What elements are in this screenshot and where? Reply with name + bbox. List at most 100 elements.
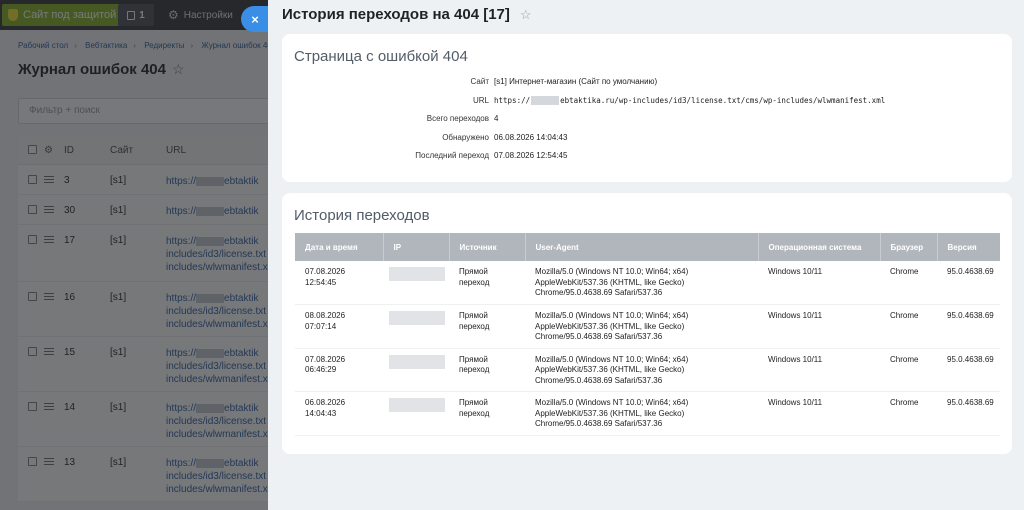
column-site[interactable]: Сайт bbox=[96, 145, 152, 156]
column-id[interactable]: ID bbox=[52, 145, 96, 156]
settings-button[interactable]: ⚙ Настройки bbox=[168, 4, 233, 26]
table-row[interactable]: 14 [s1] https://ebtaktik includes/id3/lic… bbox=[18, 392, 268, 447]
error-properties: Сайт [s1] Интернет-магазин (Сайт по умол… bbox=[282, 77, 1012, 170]
row-url[interactable]: https://ebtaktik bbox=[152, 175, 268, 188]
row-menu-icon[interactable] bbox=[44, 403, 54, 410]
grid-settings-icon[interactable]: ⚙ bbox=[34, 145, 53, 156]
column-datetime[interactable]: Дата и время bbox=[295, 233, 384, 261]
row-url[interactable]: https://ebtaktik bbox=[152, 205, 268, 218]
prop-total: Всего переходов 4 bbox=[282, 114, 1012, 133]
cell-os: Windows 10/11 bbox=[758, 348, 880, 392]
cell-ip bbox=[383, 261, 449, 305]
favorite-star-icon[interactable]: ☆ bbox=[520, 7, 532, 23]
history-table: Дата и время IP Источник User-Agent Опер… bbox=[295, 233, 1000, 436]
cell-ip bbox=[383, 304, 449, 349]
column-url[interactable]: URL bbox=[152, 144, 268, 157]
row-menu-icon[interactable] bbox=[44, 176, 54, 183]
cell-datetime: 07.08.2026 12:54:45 bbox=[295, 261, 383, 305]
table-row: 06.08.2026 14:04:43 Прямой переход Mozil… bbox=[295, 391, 1000, 436]
column-os[interactable]: Операционная система bbox=[758, 233, 881, 261]
row-site: [s1] bbox=[110, 457, 127, 468]
row-url[interactable]: https://ebtaktik includes/id3/license.txt… bbox=[152, 347, 268, 386]
column-ip[interactable]: IP bbox=[383, 233, 450, 261]
prop-label: URL bbox=[472, 95, 489, 105]
notifications-button[interactable]: 1 bbox=[118, 4, 154, 26]
table-row[interactable]: 16 [s1] https://ebtaktik includes/id3/lic… bbox=[18, 282, 268, 337]
breadcrumb-separator: › bbox=[190, 41, 194, 50]
table-row[interactable]: 15 [s1] https://ebtaktik includes/id3/lic… bbox=[18, 337, 268, 392]
error-grid: ⚙ ID Сайт URL 3 [s1] https://ebtaktik 30… bbox=[18, 137, 268, 502]
error-card-title: Страница с ошибкой 404 bbox=[294, 48, 468, 65]
row-menu-icon[interactable] bbox=[44, 206, 54, 213]
breadcrumb-item-error-log[interactable]: Журнал ошибок 404 bbox=[201, 41, 268, 50]
row-url[interactable]: https://ebtaktik includes/id3/license.txt… bbox=[152, 235, 268, 274]
row-url[interactable]: https://ebtaktik includes/id3/license.txt… bbox=[152, 402, 268, 441]
admin-topbar: Сайт под защитой 1 ⚙ Настройки bbox=[0, 0, 268, 30]
table-row[interactable]: 13 [s1] https://ebtaktik includes/id3/lic… bbox=[18, 447, 268, 502]
notification-icon bbox=[127, 10, 136, 20]
site-protected-label: Сайт под защитой bbox=[23, 9, 117, 21]
row-site: [s1] bbox=[110, 402, 127, 413]
table-row[interactable]: 3 [s1] https://ebtaktik bbox=[18, 165, 268, 195]
table-row[interactable]: 30 [s1] https://ebtaktik bbox=[18, 195, 268, 225]
row-menu-icon[interactable] bbox=[44, 348, 54, 355]
prop-value: 06.08.2026 14:04:43 bbox=[494, 132, 568, 142]
prop-value: 07.08.2026 12:54:45 bbox=[494, 151, 568, 160]
breadcrumb-separator: › bbox=[133, 41, 136, 50]
row-url[interactable]: https://ebtaktik includes/id3/license.txt… bbox=[152, 292, 268, 331]
breadcrumb-separator: › bbox=[74, 41, 77, 50]
breadcrumb-item-desktop[interactable]: Рабочий стол bbox=[18, 41, 68, 50]
background-page: Сайт под защитой 1 ⚙ Настройки Рабочий с… bbox=[0, 0, 268, 510]
grid-header: ⚙ ID Сайт URL bbox=[18, 137, 268, 165]
table-row[interactable]: 17 [s1] https://ebtaktik includes/id3/lic… bbox=[18, 225, 268, 282]
breadcrumb: Рабочий стол › Вебтактика › Редиректы › Жур… bbox=[18, 41, 268, 50]
ip-redacted bbox=[389, 354, 445, 369]
error-page-card: Страница с ошибкой 404 Сайт [s1] Интерне… bbox=[282, 34, 1012, 182]
history-card: История переходов Дата и время IP Источн… bbox=[282, 193, 1012, 454]
cell-source: Прямой переход bbox=[449, 304, 525, 349]
cell-os: Windows 10/11 bbox=[758, 261, 880, 305]
column-version[interactable]: Версия bbox=[937, 233, 1000, 261]
cell-ip bbox=[383, 348, 449, 392]
row-url[interactable]: https://ebtaktik includes/id3/license.txt… bbox=[152, 457, 268, 496]
cell-browser: Chrome bbox=[880, 261, 937, 305]
cell-user-agent: Mozilla/5.0 (Windows NT 10.0; Win64; x64… bbox=[525, 391, 758, 436]
ip-redacted bbox=[389, 311, 445, 325]
table-row: 07.08.2026 06:46:29 Прямой переход Mozil… bbox=[295, 348, 1000, 392]
breadcrumb-item-redirects[interactable]: Редиректы bbox=[144, 41, 184, 50]
cell-datetime: 08.08.2026 07:07:14 bbox=[295, 304, 383, 349]
prop-site: Сайт [s1] Интернет-магазин (Сайт по умол… bbox=[282, 77, 1012, 96]
row-site: [s1] bbox=[110, 205, 127, 216]
row-id: 30 bbox=[64, 205, 76, 216]
favorite-star-icon[interactable]: ☆ bbox=[172, 61, 185, 77]
column-user-agent[interactable]: User-Agent bbox=[525, 233, 759, 261]
cell-user-agent: Mozilla/5.0 (Windows NT 10.0; Win64; x64… bbox=[525, 304, 758, 349]
filter-search-input[interactable]: Фильтр + поиск bbox=[18, 98, 268, 124]
prop-value: [s1] Интернет-магазин (Сайт по умолчанию… bbox=[494, 77, 658, 86]
panel-title: История переходов на 404 [17] bbox=[282, 6, 510, 23]
row-menu-icon[interactable] bbox=[44, 293, 54, 300]
notifications-count: 1 bbox=[139, 9, 145, 21]
column-browser[interactable]: Браузер bbox=[880, 233, 938, 261]
close-panel-button[interactable]: × bbox=[241, 6, 269, 32]
settings-label: Настройки bbox=[183, 9, 233, 21]
page-title-wrap: Журнал ошибок 404 ☆ bbox=[18, 61, 185, 78]
cell-version: 95.0.4638.69 bbox=[937, 391, 1000, 436]
prop-value: 4 bbox=[494, 114, 499, 123]
prop-url: URL https://ebtaktika.ru/wp-includes/id3… bbox=[282, 96, 1012, 115]
column-source[interactable]: Источник bbox=[449, 233, 526, 261]
prop-label: Последний переход bbox=[415, 151, 489, 160]
cell-os: Windows 10/11 bbox=[758, 391, 880, 436]
cell-browser: Chrome bbox=[880, 348, 937, 392]
breadcrumb-item-webtaktika[interactable]: Вебтактика bbox=[85, 41, 127, 50]
site-protected-button[interactable]: Сайт под защитой bbox=[2, 4, 125, 26]
history-card-title: История переходов bbox=[294, 207, 430, 224]
table-row: 07.08.2026 12:54:45 Прямой переход Mozil… bbox=[295, 261, 1000, 305]
cell-datetime: 06.08.2026 14:04:43 bbox=[295, 391, 383, 436]
cell-ip bbox=[383, 391, 449, 436]
cell-source: Прямой переход bbox=[449, 348, 525, 392]
row-site: [s1] bbox=[110, 347, 127, 358]
row-menu-icon[interactable] bbox=[44, 236, 54, 243]
row-menu-icon[interactable] bbox=[44, 458, 54, 465]
row-id: 3 bbox=[64, 175, 70, 186]
